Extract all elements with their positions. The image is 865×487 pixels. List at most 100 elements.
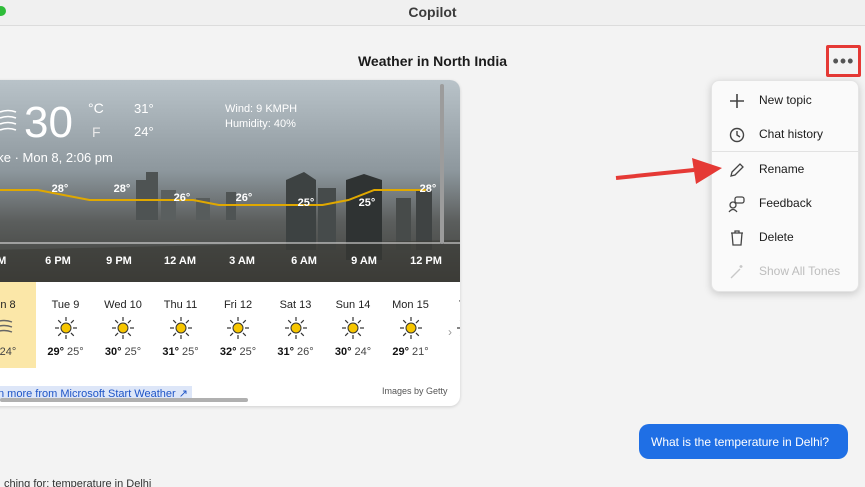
title-bar: Copilot [0, 0, 865, 26]
point-label: 25° [297, 197, 315, 209]
weather-hero: 30 °C F 31° 24° Wind: 9 KMPH Humidity: 4… [0, 80, 460, 282]
day-high: 31° [277, 346, 294, 358]
feedback-icon [728, 196, 745, 213]
day-low: 24° [0, 346, 17, 358]
hour-label: 3 AM [229, 255, 255, 267]
menu-item-chat-history[interactable]: Chat history [712, 120, 860, 150]
point-label: 26° [173, 192, 191, 204]
humidity: Humidity: 40% [225, 118, 296, 130]
day-high: 30° [334, 346, 352, 358]
pencil-icon [730, 163, 744, 177]
low-temperature: 24° [134, 124, 154, 139]
point-label: 25° [358, 197, 376, 209]
day-forecast-tile[interactable]: Mon 15 29° 21° [383, 282, 439, 368]
menu-item-label: Delete [759, 230, 794, 244]
day-forecast-tile[interactable]: n 8 24° [0, 282, 36, 368]
menu-item-new-topic[interactable]: New topic [712, 86, 860, 116]
sun-icon [342, 317, 364, 339]
day-temps: 32° 25° [210, 346, 266, 358]
day-low: 25° [67, 346, 84, 358]
history-icon [729, 127, 745, 143]
horizontal-scrollbar[interactable] [0, 398, 248, 402]
day-temps: 31° 26° [268, 346, 324, 358]
day-high: 31° [162, 346, 179, 358]
sun-icon [227, 317, 249, 339]
image-credit: Images by Getty [382, 386, 448, 396]
point-label: 28° [419, 183, 437, 195]
day-high: 29° [47, 346, 64, 358]
haze-icon [0, 319, 13, 333]
hour-label: 6 PM [45, 255, 71, 267]
day-name: Thu 11 [163, 299, 198, 311]
day-temps: 29° 25° [38, 346, 94, 358]
hour-label: 6 AM [291, 255, 317, 267]
weather-card: 30 °C F 31° 24° Wind: 9 KMPH Humidity: 4… [0, 80, 460, 406]
day-temps: 29° 21° [383, 346, 439, 358]
vertical-scrollbar[interactable] [440, 84, 444, 244]
plus-icon [730, 94, 744, 108]
day-temps: 30° 25° [95, 346, 151, 358]
more-options-button[interactable]: ••• [826, 45, 861, 77]
sun-icon [284, 317, 307, 339]
menu-divider [712, 151, 860, 152]
menu-item-feedback[interactable]: Feedback [712, 189, 860, 219]
day-name: Wed 10 [104, 299, 142, 311]
sun-icon [112, 317, 134, 339]
day-forecast-tile[interactable]: Sat 13 31° 26° [268, 282, 324, 368]
day-temps: 31° 25° [153, 346, 209, 358]
day-name: n 8 [0, 299, 16, 311]
menu-item-show-all-tones: Show All Tones [712, 257, 860, 287]
location-time: oke · Mon 8, 2:06 pm [0, 150, 113, 165]
day-forecast-tile[interactable]: Sun 14 30° 24° [325, 282, 381, 368]
current-temperature: 30 [24, 98, 73, 147]
hour-label: 9 AM [351, 255, 377, 267]
menu-item-label: Feedback [759, 196, 812, 210]
sun-icon [399, 317, 422, 339]
hour-label: 12 AM [164, 255, 196, 267]
day-low: 25° [239, 346, 257, 358]
wind-speed: Wind: 9 KMPH [225, 103, 298, 115]
day-name: Mon 15 [392, 299, 429, 311]
day-forecast-tile[interactable]: Fri 12 32° 25° [210, 282, 266, 368]
chevron-right-icon[interactable]: › [448, 325, 452, 339]
day-forecast-tile[interactable]: Wed 10 30° 25° [95, 282, 151, 368]
day-name: Sun 14 [335, 299, 371, 311]
day-temps: 28° [440, 346, 461, 358]
menu-item-label: New topic [759, 93, 812, 107]
menu-item-label: Chat history [759, 127, 824, 141]
day-forecast-tile[interactable]: Thu 11 31° 25° [153, 282, 209, 368]
hour-label: 12 PM [410, 255, 442, 267]
day-low: 25° [182, 346, 199, 358]
unit-fahrenheit-toggle[interactable]: F [92, 124, 101, 140]
day-high: 30° [104, 346, 122, 358]
magic-wand-icon [730, 265, 743, 279]
day-high: 32° [219, 346, 237, 358]
hour-label: PM [0, 255, 7, 267]
trash-icon [731, 230, 743, 246]
point-label: 28° [113, 183, 131, 195]
app-title: Copilot [408, 4, 457, 20]
day-temps: 24° [0, 346, 36, 358]
day-low: 24° [354, 346, 372, 358]
sun-icon [54, 317, 77, 339]
status-text: ching for: temperature in Delhi [4, 478, 152, 487]
options-menu: New topic Chat history Rename Feedback D… [711, 80, 860, 292]
high-temperature: 31° [134, 101, 154, 116]
point-label: 28° [51, 183, 69, 195]
day-low: 21° [412, 346, 429, 358]
unit-celsius-toggle[interactable]: °C [88, 100, 104, 116]
day-low: 25° [124, 346, 142, 358]
user-message-bubble: What is the temperature in Delhi? [639, 424, 848, 459]
hour-label: 9 PM [106, 255, 132, 267]
day-name: Fri 12 [223, 299, 253, 311]
day-name: Tue [440, 299, 460, 311]
conversation-title: Weather in North India [357, 53, 508, 69]
menu-item-delete[interactable]: Delete [712, 223, 860, 253]
day-forecast-tile[interactable]: Tue 9 29° 25° [38, 282, 94, 368]
red-arrow-annotation [615, 158, 722, 184]
day-high: 29° [392, 346, 409, 358]
sun-icon [169, 317, 192, 339]
day-name: Tue 9 [51, 299, 80, 311]
menu-item-rename[interactable]: Rename [712, 155, 860, 185]
menu-item-label: Show All Tones [759, 264, 841, 278]
